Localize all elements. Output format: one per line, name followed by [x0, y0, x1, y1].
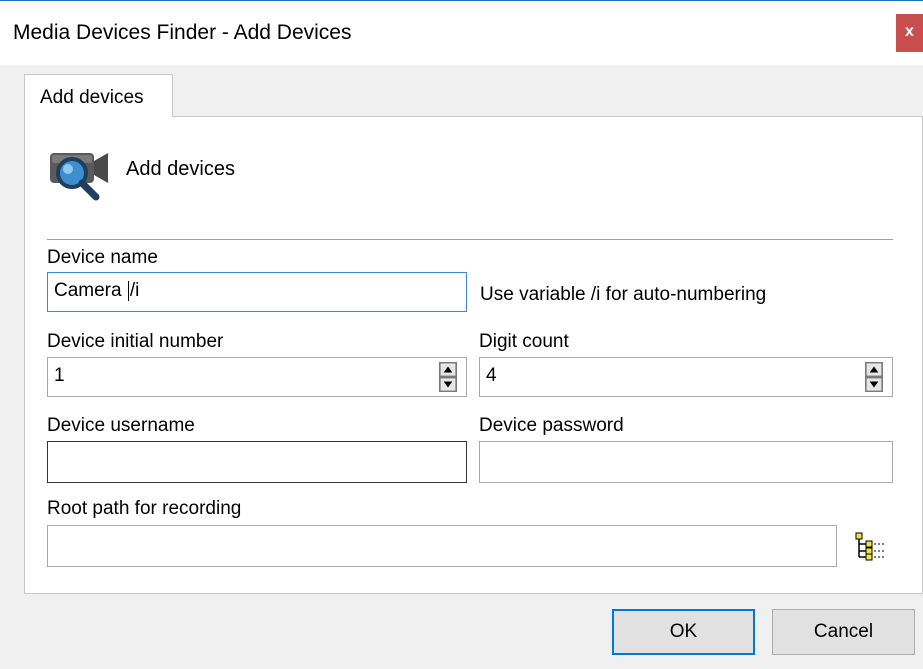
root-path-label: Root path for recording — [47, 498, 242, 519]
device-name-hint: Use variable /i for auto-numbering — [480, 284, 767, 305]
window-title: Media Devices Finder - Add Devices — [13, 21, 352, 44]
spin-down-icon[interactable] — [865, 377, 883, 392]
root-path-input[interactable] — [47, 525, 837, 567]
password-input[interactable] — [479, 441, 893, 483]
password-label: Device password — [479, 415, 624, 436]
device-name-input[interactable]: Camera /i — [47, 272, 467, 312]
username-label: Device username — [47, 415, 195, 436]
divider — [47, 239, 893, 240]
digit-count-input[interactable]: 4 — [479, 357, 893, 397]
digit-count-label: Digit count — [479, 331, 569, 352]
digit-count-spinner[interactable] — [865, 362, 883, 392]
digit-count-value: 4 — [486, 365, 497, 386]
text-caret — [127, 280, 129, 301]
tab-add-devices[interactable]: Add devices — [24, 74, 173, 117]
initial-number-spinner[interactable] — [439, 362, 457, 392]
tab-panel — [24, 116, 923, 594]
close-button[interactable]: x — [896, 14, 923, 52]
spin-up-icon[interactable] — [865, 362, 883, 377]
spin-down-icon[interactable] — [439, 377, 457, 392]
header-title: Add devices — [126, 158, 235, 180]
folder-tree-icon[interactable] — [852, 529, 888, 563]
camera-search-icon — [50, 153, 108, 201]
initial-number-label: Device initial number — [47, 331, 224, 352]
title-bar: Media Devices Finder - Add Devices x — [0, 1, 923, 65]
tab-label: Add devices — [40, 87, 144, 108]
username-input[interactable] — [47, 441, 467, 483]
dialog-window: Media Devices Finder - Add Devices x Add… — [0, 0, 923, 669]
spin-up-icon[interactable] — [439, 362, 457, 377]
initial-number-input[interactable]: 1 — [47, 357, 467, 397]
device-name-label: Device name — [47, 247, 158, 268]
initial-number-value: 1 — [54, 365, 65, 386]
ok-button[interactable]: OK — [612, 609, 755, 655]
device-name-value-end: /i — [129, 280, 140, 301]
device-name-value-start: Camera — [54, 280, 127, 301]
cancel-button[interactable]: Cancel — [772, 609, 915, 655]
